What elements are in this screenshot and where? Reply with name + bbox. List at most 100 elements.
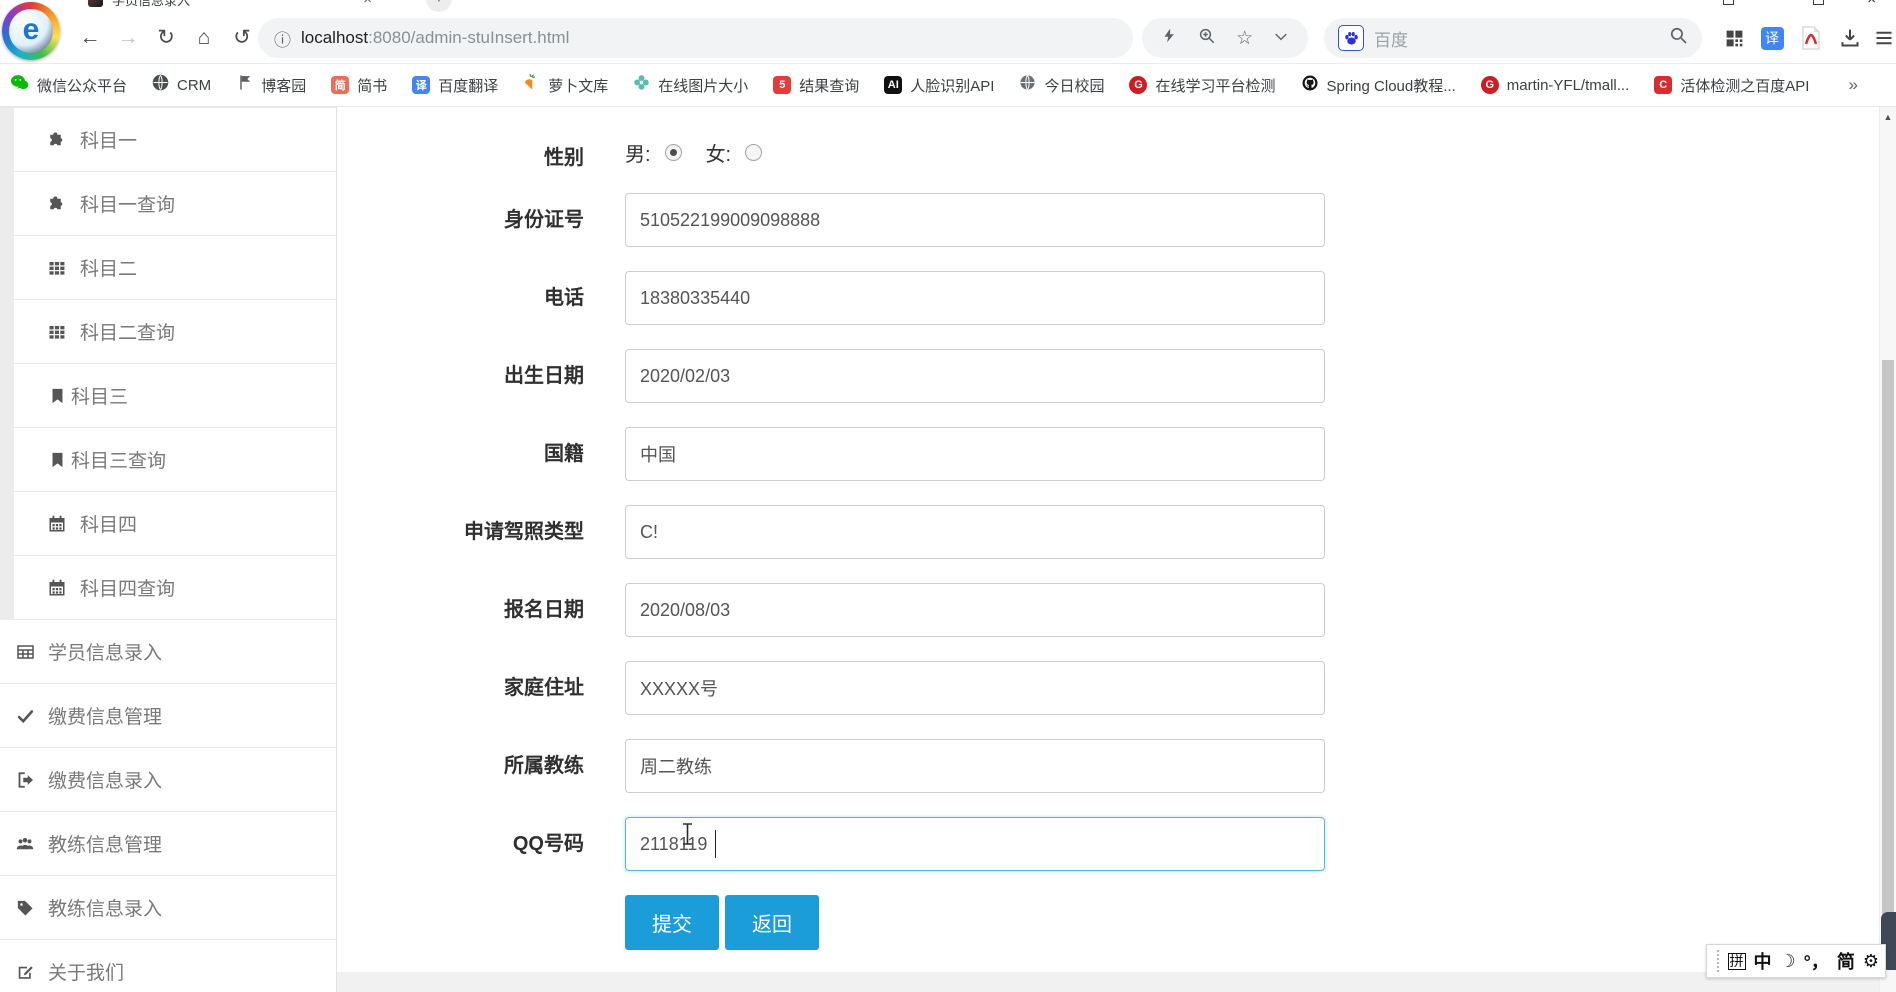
globe-icon [152,74,169,96]
bookmark-item[interactable]: 博客园 [236,74,306,96]
c-icon: C [1654,76,1673,94]
flower-icon [633,74,650,96]
nationality-input[interactable] [625,427,1325,481]
zoom-in-icon[interactable] [1198,27,1216,50]
ime-pinyin-icon[interactable]: 拼 [1727,952,1746,970]
ime-simplified-icon[interactable]: 简 [1837,948,1855,974]
back-button[interactable]: 返回 [725,895,819,950]
scroll-up-icon[interactable]: ▲ [1880,107,1896,122]
bookmark-item[interactable]: 5 结果查询 [773,75,859,96]
address-label: 家庭住址 [504,677,584,699]
translate-icon: 译 [412,76,431,94]
register-date-input[interactable] [625,583,1325,637]
ime-settings-icon[interactable]: ⚙ [1863,951,1879,972]
sidebar-item-subject2[interactable]: 科目二 [14,236,336,300]
edit-icon [14,963,36,981]
birthdate-input[interactable] [625,349,1325,403]
sidebar: 科目一 科目一查询 科目二 科目二查询 科目三 科目三查询 科目四 科目四查询 … [0,107,337,992]
puzzle-icon [46,131,68,149]
tab-close-icon[interactable]: × [363,0,372,8]
license-type-label: 申请驾照类型 [464,521,584,543]
bookmark-item[interactable]: C 活体检测之百度API [1654,75,1809,96]
sidebar-item-student-entry[interactable]: 学员信息录入 [0,620,336,684]
phone-label: 电话 [544,287,584,309]
bookmarks-overflow-icon[interactable]: » [1849,75,1886,95]
license-type-input[interactable] [625,505,1325,559]
bookmark-item[interactable]: G martin-YFL/tmall... [1480,76,1629,94]
sidebar-item-payment-manage[interactable]: 缴费信息管理 [0,684,336,748]
gitee-icon: G [1129,76,1148,94]
gender-label: 性别 [544,147,584,169]
favorite-star-icon[interactable]: ☆ [1236,27,1253,50]
recent-button[interactable]: ↺ [228,13,256,63]
coach-input[interactable] [625,739,1325,793]
menu-icon[interactable] [1872,26,1896,50]
scrollbar-thumb[interactable] [1882,360,1894,925]
male-radio[interactable] [664,143,682,161]
sign-out-icon [14,771,36,789]
ai-icon: AI [884,76,903,94]
vertical-scrollbar[interactable]: ▲ [1879,107,1896,992]
bookmark-item[interactable]: 简 简书 [331,75,387,96]
sidebar-item-subject3[interactable]: 科目三 [14,364,336,428]
sidebar-submenu: 科目一 科目一查询 科目二 科目二查询 科目三 科目三查询 科目四 科目四查询 [0,107,336,620]
sidebar-item-subject3-query[interactable]: 科目三查询 [14,428,336,492]
translate-icon[interactable]: 译 [1760,26,1784,50]
pdf-icon[interactable] [1799,26,1823,50]
phone-input[interactable] [625,271,1325,325]
home-button[interactable]: ⌂ [190,13,218,63]
back-button[interactable]: ← [76,13,104,63]
ime-toolbar[interactable]: 拼 中 ☽ °， 简 ⚙ [1706,944,1886,978]
female-radio[interactable] [745,143,763,161]
submit-button[interactable]: 提交 [625,895,719,950]
window-restore-icon[interactable] [1723,0,1735,5]
globe-icon [1019,74,1036,96]
sidebar-item-subject4[interactable]: 科目四 [14,492,336,556]
chevron-down-icon[interactable] [1274,29,1288,47]
idcard-input[interactable] [625,193,1325,247]
bookmark-item[interactable]: AI 人脸识别API [884,75,994,96]
bookmark-item[interactable]: Spring Cloud教程... [1301,74,1456,97]
window-maximize-icon[interactable] [1813,0,1825,5]
browser-toolbar: e ← → ↻ ⌂ ↺ ☆ ⓘ localhost:8080/admin-stu… [0,2,1896,63]
tag-icon [14,899,36,917]
bookmark-item[interactable]: 译 百度翻译 [412,75,498,96]
sidebar-item-subject4-query[interactable]: 科目四查询 [14,556,336,620]
sidebar-item-coach-entry[interactable]: 教练信息录入 [0,876,336,940]
address-bar[interactable]: ⓘ localhost:8080/admin-stuInsert.html [258,18,1133,58]
bookmark-item[interactable]: G 在线学习平台检测 [1129,75,1276,96]
search-icon[interactable] [1669,26,1688,50]
gitee-icon: G [1480,76,1499,94]
sidebar-item-payment-entry[interactable]: 缴费信息录入 [0,748,336,812]
refresh-button[interactable]: ↻ [152,13,180,63]
sidebar-menu: 学员信息录入 缴费信息管理 缴费信息录入 教练信息管理 教练信息录入 关于我们 [0,620,336,992]
flash-icon[interactable] [1162,26,1177,50]
calendar-icon [46,515,68,533]
sidebar-item-subject2-query[interactable]: 科目二查询 [14,300,336,364]
forward-button[interactable]: → [114,13,142,63]
baidu-search-box[interactable]: 百度 [1324,18,1702,58]
student-form: 性别 男: 女: 身份证号 电话 出生日期 国籍 [337,107,1896,992]
window-close-icon[interactable]: × [1867,0,1876,8]
bookmark-item[interactable]: 微信公众平台 [10,74,127,96]
qq-input[interactable] [625,817,1325,871]
sidebar-item-subject1[interactable]: 科目一 [14,108,336,172]
bookmark-icon [46,451,68,469]
sidebar-item-coach-manage[interactable]: 教练信息管理 [0,812,336,876]
bookmark-item[interactable]: 在线图片大小 [633,74,748,96]
ime-chinese-icon[interactable]: 中 [1754,948,1772,974]
ime-punct-icon[interactable]: °， [1804,948,1829,974]
bookmark-item[interactable]: 今日校园 [1019,74,1104,96]
browser-tab[interactable]: 学员信息录入 × [88,0,378,9]
bookmark-item[interactable]: 萝卜文库 [523,73,608,96]
site-info-icon[interactable]: ⓘ [274,26,291,51]
ime-moon-icon[interactable]: ☽ [1780,951,1796,972]
qr-code-icon[interactable] [1722,26,1746,50]
new-tab-button[interactable]: + [426,0,452,12]
sidebar-item-subject1-query[interactable]: 科目一查询 [14,172,336,236]
address-input[interactable] [625,661,1325,715]
table-icon [14,643,36,661]
sidebar-item-about[interactable]: 关于我们 [0,940,336,992]
bookmark-item[interactable]: CRM [152,74,211,96]
download-icon[interactable] [1838,26,1862,50]
